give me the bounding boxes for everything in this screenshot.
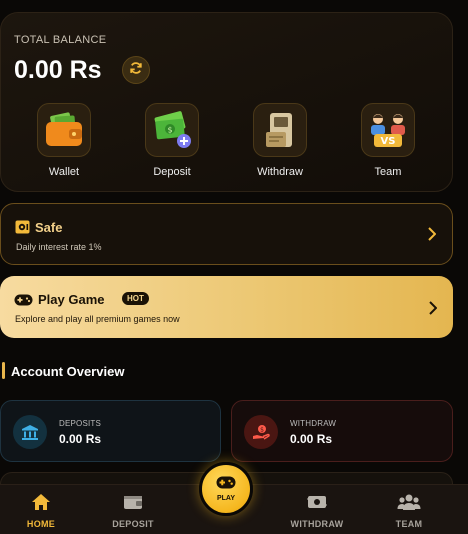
hand-money-icon: $ [244,415,278,449]
account-overview-title: Account Overview [11,364,125,379]
nav-home[interactable]: HOME [1,493,81,529]
withdraw-stat-card[interactable]: $ WITHDRAW 0.00 Rs [231,400,453,462]
play-label: PLAY [216,495,236,502]
exchange-icon [306,496,328,515]
pos-terminal-icon [253,103,307,157]
play-button[interactable]: PLAY [199,462,253,516]
wallet-action[interactable]: Wallet [24,103,104,178]
refresh-button[interactable] [122,56,150,84]
safe-icon [15,220,30,239]
nav-home-label: HOME [26,519,56,529]
team-vs-icon: VS [361,103,415,157]
nav-withdraw-label: WITHDRAW [290,519,344,529]
wallet-label: Wallet [48,166,80,178]
svg-text:VS: VS [381,136,396,147]
nav-team-label: TEAM [395,519,423,529]
chevron-right-icon [428,227,437,246]
deposits-value: 0.00 Rs [59,432,102,446]
safe-card[interactable]: Safe Daily interest rate 1% [0,203,453,265]
play-game-subtitle: Explore and play all premium games now [15,314,180,324]
withdraw-label: Withdraw [257,166,303,178]
svg-text:$: $ [260,426,264,433]
team-label: Team [374,166,402,178]
deposits-stat-card[interactable]: DEPOSITS 0.00 Rs [0,400,221,462]
section-accent-bar [2,362,5,379]
chevron-right-icon [429,301,438,320]
deposits-label: DEPOSITS [59,419,102,428]
balance-amount: 0.00 Rs [14,56,102,84]
play-game-title: Play Game [38,292,105,307]
gamepad-icon [14,293,33,311]
svg-text:$: $ [167,126,172,135]
balance-label: TOTAL BALANCE [14,34,107,46]
safe-title: Safe [35,220,63,235]
play-game-card[interactable]: Play Game HOT Explore and play all premi… [0,276,453,338]
nav-withdraw[interactable]: WITHDRAW [277,493,357,529]
balance-card: TOTAL BALANCE 0.00 Rs Wallet $ Deposit W… [0,12,453,192]
withdraw-action[interactable]: Withdraw [240,103,320,178]
gamepad-icon [216,476,236,494]
wallet-icon [37,103,91,157]
nav-team[interactable]: TEAM [369,493,449,529]
withdraw-stat-value: 0.00 Rs [290,432,333,446]
nav-deposit-label: DEPOSIT [112,519,154,529]
bank-icon [13,415,47,449]
hot-badge: HOT [122,292,149,305]
wallet-nav-icon [123,496,143,515]
safe-subtitle: Daily interest rate 1% [16,242,102,252]
deposit-action[interactable]: $ Deposit [132,103,212,178]
home-icon [31,494,51,515]
nav-deposit[interactable]: DEPOSIT [93,493,173,529]
withdraw-stat-label: WITHDRAW [290,419,337,428]
money-plus-icon: $ [145,103,199,157]
team-icon [397,494,421,515]
team-action[interactable]: VS Team [348,103,428,178]
refresh-icon [129,61,143,80]
deposit-label: Deposit [153,166,191,178]
